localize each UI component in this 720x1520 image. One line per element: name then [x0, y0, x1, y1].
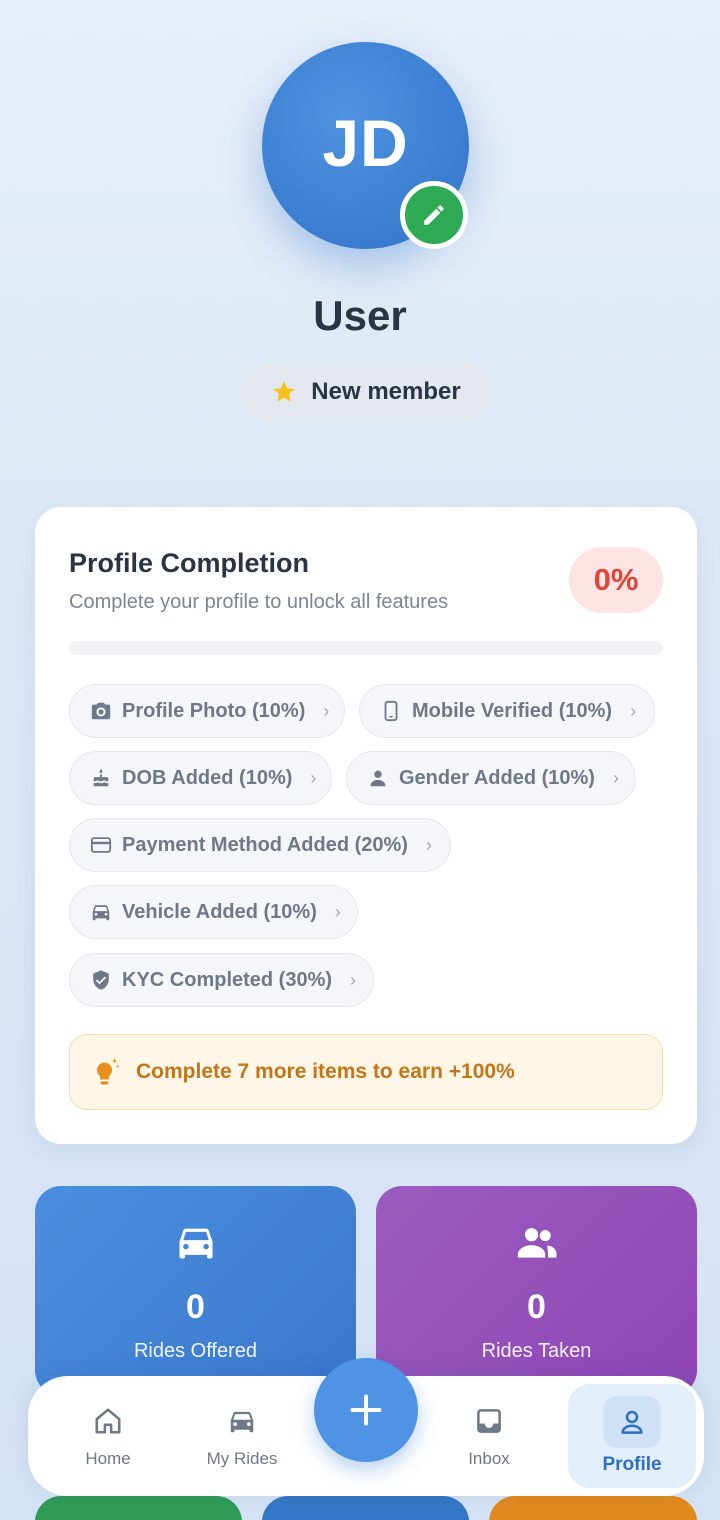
completion-title: Profile Completion: [69, 548, 310, 578]
nav-my-rides-label: My Rides: [206, 1449, 278, 1468]
home-icon: [95, 1408, 121, 1434]
completion-progress-bar: [69, 641, 663, 655]
add-ride-button[interactable]: [314, 1358, 418, 1462]
inbox-icon: [477, 1409, 501, 1433]
completion-percent-badge: 0%: [569, 547, 663, 613]
nav-profile-label: Profile: [602, 1454, 662, 1475]
user-name: User: [313, 292, 407, 339]
profile-completion-card: Profile Completion Complete your profile…: [35, 507, 697, 1144]
stat-rides-offered[interactable]: 0 Rides Offered: [35, 1186, 356, 1396]
credit-card-icon: [90, 837, 112, 853]
car-icon: [92, 905, 110, 921]
chip-gender-added[interactable]: Gender Added (10%) ›: [346, 751, 636, 805]
peek-card-green: [35, 1496, 242, 1520]
lightbulb-icon: [96, 1058, 120, 1085]
chip-payment-method-added[interactable]: Payment Method Added (20%) ›: [69, 818, 451, 872]
chip-vehicle-added[interactable]: Vehicle Added (10%) ›: [69, 885, 358, 939]
stat-label: Rides Taken: [481, 1340, 592, 1362]
chip-label: Profile Photo (10%): [122, 699, 306, 722]
member-badge: New member: [240, 361, 492, 423]
completion-tip: Complete 7 more items to earn +100%: [69, 1034, 663, 1110]
chevron-right-icon: ›: [334, 901, 341, 922]
star-icon: [273, 381, 296, 402]
chip-label: KYC Completed (30%): [122, 968, 333, 991]
peek-card-orange: [489, 1496, 697, 1520]
stat-value: 0: [527, 1288, 546, 1326]
stat-value: 0: [186, 1288, 205, 1326]
shield-check-icon: [93, 970, 109, 990]
chip-label: Vehicle Added (10%): [122, 900, 317, 923]
chip-label: DOB Added (10%): [122, 766, 293, 789]
pencil-icon: [424, 205, 444, 225]
plus-icon: [350, 1394, 382, 1426]
car-icon: [230, 1411, 254, 1433]
cake-icon: [93, 768, 109, 787]
nav-home-label: Home: [85, 1449, 131, 1468]
avatar-initials: JD: [322, 105, 409, 180]
person-icon: [370, 770, 386, 787]
people-icon: [517, 1228, 556, 1258]
chevron-right-icon: ›: [350, 969, 357, 990]
nav-home[interactable]: Home: [58, 1376, 158, 1496]
completion-subtitle: Complete your profile to unlock all feat…: [69, 591, 449, 613]
chip-label: Gender Added (10%): [399, 766, 595, 789]
camera-icon: [91, 702, 111, 720]
chip-label: Payment Method Added (20%): [122, 833, 408, 856]
phone-icon: [384, 700, 398, 722]
chip-dob-added[interactable]: DOB Added (10%) ›: [69, 751, 332, 805]
stat-label: Rides Offered: [133, 1340, 258, 1362]
chip-mobile-verified[interactable]: Mobile Verified (10%) ›: [359, 684, 655, 738]
member-badge-label: New member: [311, 378, 461, 405]
chevron-right-icon: ›: [425, 834, 432, 855]
chip-kyc-completed[interactable]: KYC Completed (30%) ›: [69, 953, 374, 1007]
chevron-right-icon: ›: [630, 700, 637, 721]
edit-avatar-button[interactable]: [400, 181, 468, 249]
nav-profile[interactable]: Profile: [568, 1384, 696, 1488]
chevron-right-icon: ›: [310, 767, 317, 788]
chevron-right-icon: ›: [612, 767, 619, 788]
car-icon: [179, 1228, 212, 1259]
chevron-right-icon: ›: [323, 700, 330, 721]
chip-profile-photo[interactable]: Profile Photo (10%) ›: [69, 684, 345, 738]
stat-rides-taken[interactable]: 0 Rides Taken: [376, 1186, 697, 1396]
person-icon: [621, 1410, 643, 1434]
chip-label: Mobile Verified (10%): [412, 699, 613, 722]
nav-inbox-label: Inbox: [468, 1449, 510, 1468]
tip-text: Complete 7 more items to earn +100%: [136, 1060, 515, 1083]
nav-inbox[interactable]: Inbox: [439, 1376, 539, 1496]
nav-my-rides[interactable]: My Rides: [192, 1376, 292, 1496]
peek-card-blue: [262, 1496, 469, 1520]
